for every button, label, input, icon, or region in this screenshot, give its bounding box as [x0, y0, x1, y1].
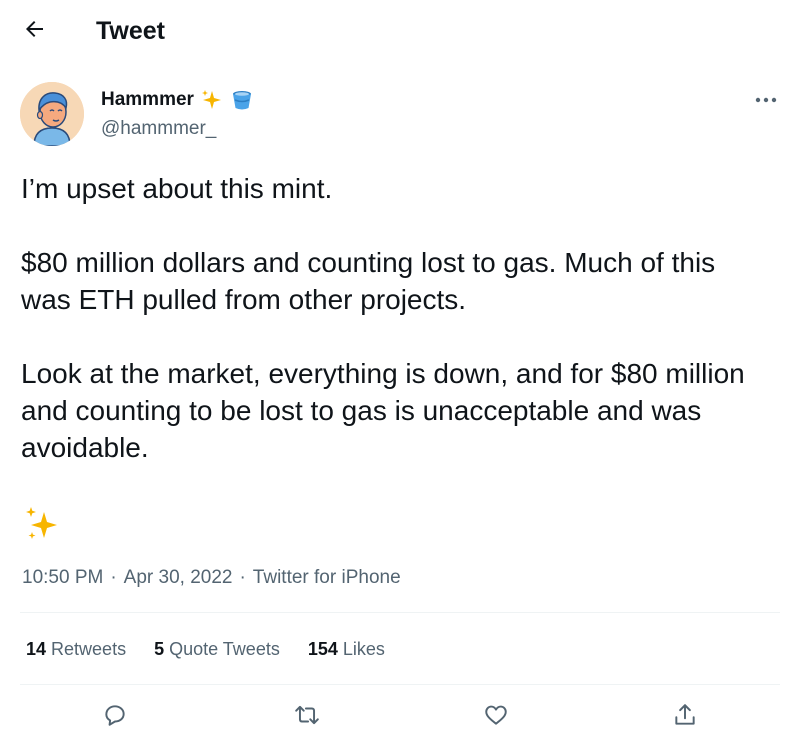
- like-icon: [483, 702, 509, 733]
- retweet-icon: [294, 702, 320, 733]
- quote-tweets-count: 5: [154, 639, 165, 659]
- tweet-paragraph: I’m upset about this mint.: [21, 173, 333, 204]
- retweets-count: 14: [26, 639, 47, 659]
- tweet-stats: 14 Retweets 5 Quote Tweets 154 Likes: [26, 636, 413, 662]
- retweets-stat[interactable]: 14 Retweets: [26, 636, 126, 662]
- tweet-source[interactable]: Twitter for iPhone: [253, 565, 401, 591]
- tweet-date[interactable]: Apr 30, 2022: [124, 565, 233, 591]
- tweet-text: I’m upset about this mint. $80 million d…: [21, 170, 781, 466]
- more-horizontal-icon: [755, 90, 777, 108]
- header-bar: Tweet: [0, 0, 800, 62]
- quote-tweets-label: Quote Tweets: [169, 639, 280, 659]
- page-title: Tweet: [96, 17, 165, 45]
- quote-tweets-stat[interactable]: 5 Quote Tweets: [154, 636, 280, 662]
- author-display-name[interactable]: Hammmer: [101, 86, 194, 114]
- share-icon: [672, 702, 698, 733]
- more-options-button[interactable]: [748, 86, 784, 112]
- author-name-row: Hammmer: [101, 86, 254, 114]
- bucket-icon: [230, 88, 254, 112]
- tweet-paragraph: $80 million dollars and counting lost to…: [21, 247, 716, 315]
- like-button[interactable]: [479, 700, 513, 734]
- retweets-label: Retweets: [51, 639, 127, 659]
- tweet-time[interactable]: 10:50 PM: [22, 565, 103, 591]
- retweet-button[interactable]: [290, 700, 324, 734]
- likes-count: 154: [307, 639, 338, 659]
- share-button[interactable]: [668, 700, 702, 734]
- meta-separator: ·: [110, 567, 117, 588]
- likes-stat[interactable]: 154 Likes: [308, 636, 385, 662]
- sparkles-icon: [22, 504, 62, 544]
- sparkles-icon: [200, 88, 224, 112]
- reply-button[interactable]: [98, 700, 132, 734]
- tweet-paragraph: Look at the market, everything is down, …: [21, 358, 745, 463]
- arrow-left-icon: [23, 17, 47, 46]
- author-handle[interactable]: @hammmer_: [101, 116, 216, 142]
- meta-separator: ·: [239, 567, 246, 588]
- avatar[interactable]: [20, 82, 84, 146]
- likes-label: Likes: [342, 639, 385, 659]
- reply-icon: [102, 702, 128, 733]
- divider: [20, 684, 780, 685]
- tweet-actions: [0, 700, 800, 734]
- back-button[interactable]: [18, 14, 52, 48]
- tweet-meta: 10:50 PM · Apr 30, 2022 · Twitter for iP…: [22, 565, 401, 591]
- divider: [20, 612, 780, 613]
